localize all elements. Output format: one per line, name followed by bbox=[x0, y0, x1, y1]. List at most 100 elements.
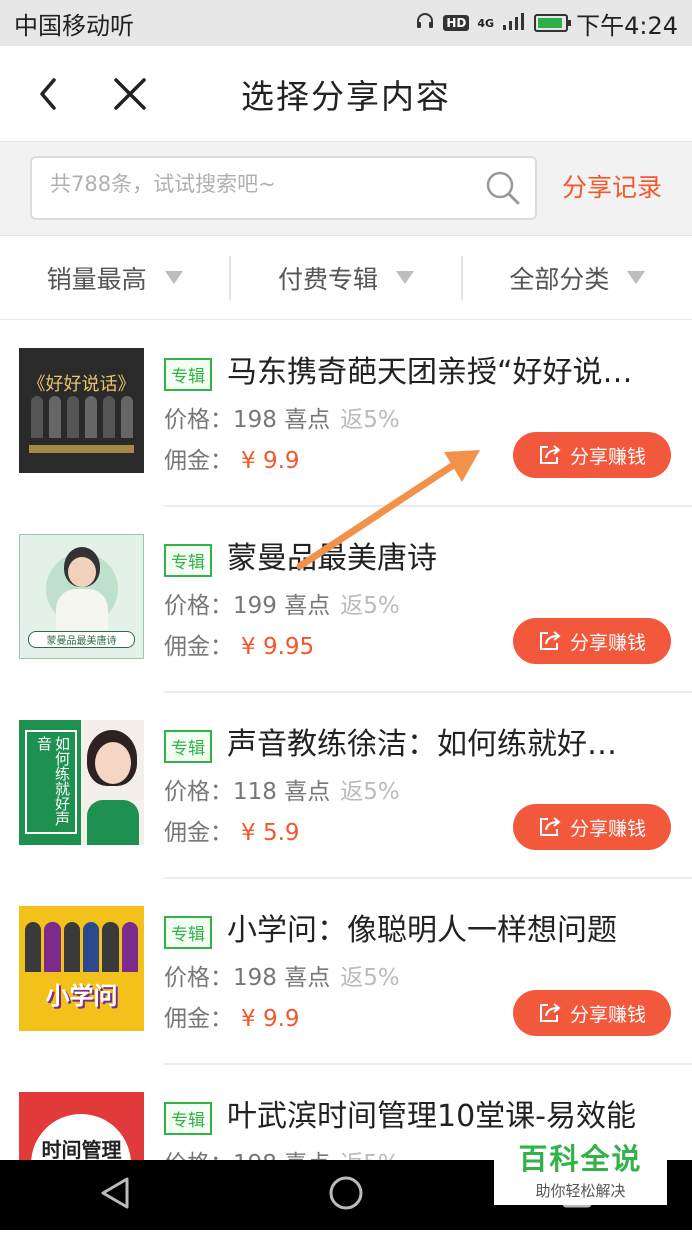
album-title[interactable]: 声音教练徐洁：如何练就好… bbox=[227, 719, 667, 763]
share-earn-label: 分享赚钱 bbox=[569, 817, 646, 840]
status-bar: 中国移动听 HD 4G 下午4:24 bbox=[0, 0, 692, 46]
album-cover[interactable]: 如何练就好声音 bbox=[19, 720, 144, 845]
price-row: 价格：198 喜点返5% bbox=[164, 400, 400, 434]
cover-person-body bbox=[87, 800, 139, 845]
album-title[interactable]: 马东携奇葩天团亲授“好好说… bbox=[227, 347, 667, 391]
cover-people bbox=[25, 922, 138, 972]
album-tag: 专辑 bbox=[164, 358, 212, 391]
cover-title: 《好好说话》 bbox=[27, 374, 136, 395]
album-tag: 专辑 bbox=[164, 730, 212, 763]
commission-label: 佣金： bbox=[164, 634, 233, 660]
cover-title: 时间管理 bbox=[41, 1138, 122, 1162]
price-value: 199 喜点 bbox=[233, 593, 331, 619]
search-icon[interactable] bbox=[485, 170, 521, 210]
price-label: 价格： bbox=[164, 965, 233, 991]
commission-row: 佣金： ¥ 9.9 bbox=[164, 441, 300, 475]
dropdown-triangle-icon bbox=[396, 271, 414, 284]
price-label: 价格： bbox=[164, 593, 233, 619]
price-row: 价格：198 喜点返5% bbox=[164, 958, 400, 992]
album-cover[interactable]: 蒙曼品最美唐诗 bbox=[19, 534, 144, 659]
album-title[interactable]: 蒙曼品最美唐诗 bbox=[227, 533, 667, 577]
filter-type[interactable]: 付费专辑 bbox=[229, 255, 460, 300]
filter-label: 销量最高 bbox=[46, 264, 147, 294]
rebate-value: 返5% bbox=[340, 965, 400, 991]
headphone-icon bbox=[415, 11, 435, 36]
page-title: 选择分享内容 bbox=[241, 76, 451, 116]
commission-row: 佣金： ¥ 9.9 bbox=[164, 999, 300, 1033]
commission-value: ¥ 5.9 bbox=[241, 820, 300, 846]
dropdown-triangle-icon bbox=[627, 271, 646, 284]
commission-label: 佣金： bbox=[164, 820, 233, 846]
share-icon bbox=[539, 631, 561, 650]
filter-label: 全部分类 bbox=[509, 264, 610, 294]
cover-people bbox=[29, 396, 134, 438]
dropdown-triangle-icon bbox=[164, 271, 183, 284]
nav-back-icon[interactable] bbox=[99, 1176, 131, 1214]
cover-title: 如何练就好声音 bbox=[25, 730, 77, 834]
rebate-value: 返5% bbox=[340, 593, 400, 619]
filter-bar: 销量最高 付费专辑 全部分类 bbox=[0, 236, 692, 320]
commission-label: 佣金： bbox=[164, 1006, 233, 1032]
cover-decoration bbox=[29, 445, 134, 453]
share-icon bbox=[539, 445, 561, 464]
album-title[interactable]: 小学问：像聪明人一样想问题 bbox=[227, 905, 667, 949]
share-earn-label: 分享赚钱 bbox=[569, 445, 646, 468]
price-label: 价格： bbox=[164, 779, 233, 805]
price-row: 价格：118 喜点 返5% bbox=[164, 772, 400, 806]
share-earn-button[interactable]: 分享赚钱 bbox=[513, 432, 671, 478]
album-cover[interactable]: 《好好说话》 bbox=[19, 348, 144, 473]
signal-icon bbox=[502, 9, 526, 37]
nav-home-icon[interactable] bbox=[328, 1175, 364, 1215]
commission-value: ¥ 9.9 bbox=[241, 448, 300, 474]
cover-person-body bbox=[56, 589, 108, 633]
price-row: 价格：199 喜点 返5% bbox=[164, 586, 400, 620]
list-item[interactable]: 小学问 专辑 小学问：像聪明人一样想问题 价格：198 喜点 返5% 佣金： ¥ 9… bbox=[0, 879, 692, 1065]
watermark-subtitle: 助你轻松解决 bbox=[535, 1181, 626, 1200]
album-tag: 专辑 bbox=[164, 916, 212, 949]
share-earn-label: 分享赚钱 bbox=[569, 1003, 646, 1026]
network-icon: 4G bbox=[477, 16, 495, 30]
cover-title: 小学问 bbox=[45, 982, 118, 1010]
carrier-label: 中国移动听 bbox=[14, 11, 134, 40]
album-cover[interactable]: 小学问 bbox=[19, 906, 144, 1031]
commission-label: 佣金： bbox=[164, 448, 233, 474]
search-bar: 分享记录 bbox=[0, 142, 692, 236]
commission-value: ¥ 9.95 bbox=[241, 634, 315, 660]
commission-row: 佣金： ¥ 9.95 bbox=[164, 627, 314, 661]
price-value: 198 喜点 bbox=[233, 407, 331, 433]
share-earn-button[interactable]: 分享赚钱 bbox=[513, 804, 671, 850]
price-value: 198 喜点 bbox=[233, 965, 331, 991]
album-tag: 专辑 bbox=[164, 544, 212, 577]
clock: 下午4:24 bbox=[576, 11, 678, 40]
cover-title: 蒙曼品最美唐诗 bbox=[28, 631, 135, 648]
battery-icon bbox=[534, 14, 572, 32]
list-item[interactable]: 蒙曼品最美唐诗 专辑 蒙曼品最美唐诗 价格：199 喜点 返5% 佣金： ¥ 9.9… bbox=[0, 507, 692, 693]
commission-row: 佣金： ¥ 5.9 bbox=[164, 813, 300, 847]
share-icon bbox=[539, 817, 561, 836]
search-input[interactable] bbox=[50, 172, 480, 196]
filter-sort[interactable]: 销量最高 bbox=[0, 256, 229, 300]
rebate-value: 返5% bbox=[340, 407, 400, 433]
price-label: 价格： bbox=[164, 407, 233, 433]
album-list: 《好好说话》 专辑 马东携奇葩天团亲授“好好说… 价格：198 喜点 返5% 佣金… bbox=[0, 321, 692, 1251]
list-item[interactable]: 如何练就好声音 专辑 声音教练徐洁：如何练就好… 价格：118 喜点 返5% 佣金… bbox=[0, 693, 692, 879]
commission-value: ¥ 9.9 bbox=[241, 1006, 300, 1032]
search-box[interactable] bbox=[30, 156, 537, 220]
hd-icon: HD bbox=[443, 15, 470, 31]
rebate-value: 返5% bbox=[340, 779, 400, 805]
share-icon bbox=[539, 1003, 561, 1022]
album-title[interactable]: 叶武滨时间管理10堂课-易效能 bbox=[227, 1091, 667, 1135]
share-earn-button[interactable]: 分享赚钱 bbox=[513, 618, 671, 664]
share-earn-button[interactable]: 分享赚钱 bbox=[513, 990, 671, 1036]
cover-person-face bbox=[68, 557, 96, 587]
price-value: 118 喜点 bbox=[233, 779, 331, 805]
nav-bar: 选择分享内容 bbox=[0, 46, 692, 142]
filter-label: 付费专辑 bbox=[277, 264, 378, 294]
filter-category[interactable]: 全部分类 bbox=[460, 255, 692, 300]
share-history-link[interactable]: 分享记录 bbox=[562, 168, 662, 204]
album-tag: 专辑 bbox=[164, 1102, 212, 1135]
share-earn-label: 分享赚钱 bbox=[569, 631, 646, 654]
cover-person-face bbox=[95, 742, 131, 784]
list-item[interactable]: 《好好说话》 专辑 马东携奇葩天团亲授“好好说… 价格：198 喜点 返5% 佣金… bbox=[0, 321, 692, 507]
watermark-title: 百科全说 bbox=[518, 1141, 643, 1176]
